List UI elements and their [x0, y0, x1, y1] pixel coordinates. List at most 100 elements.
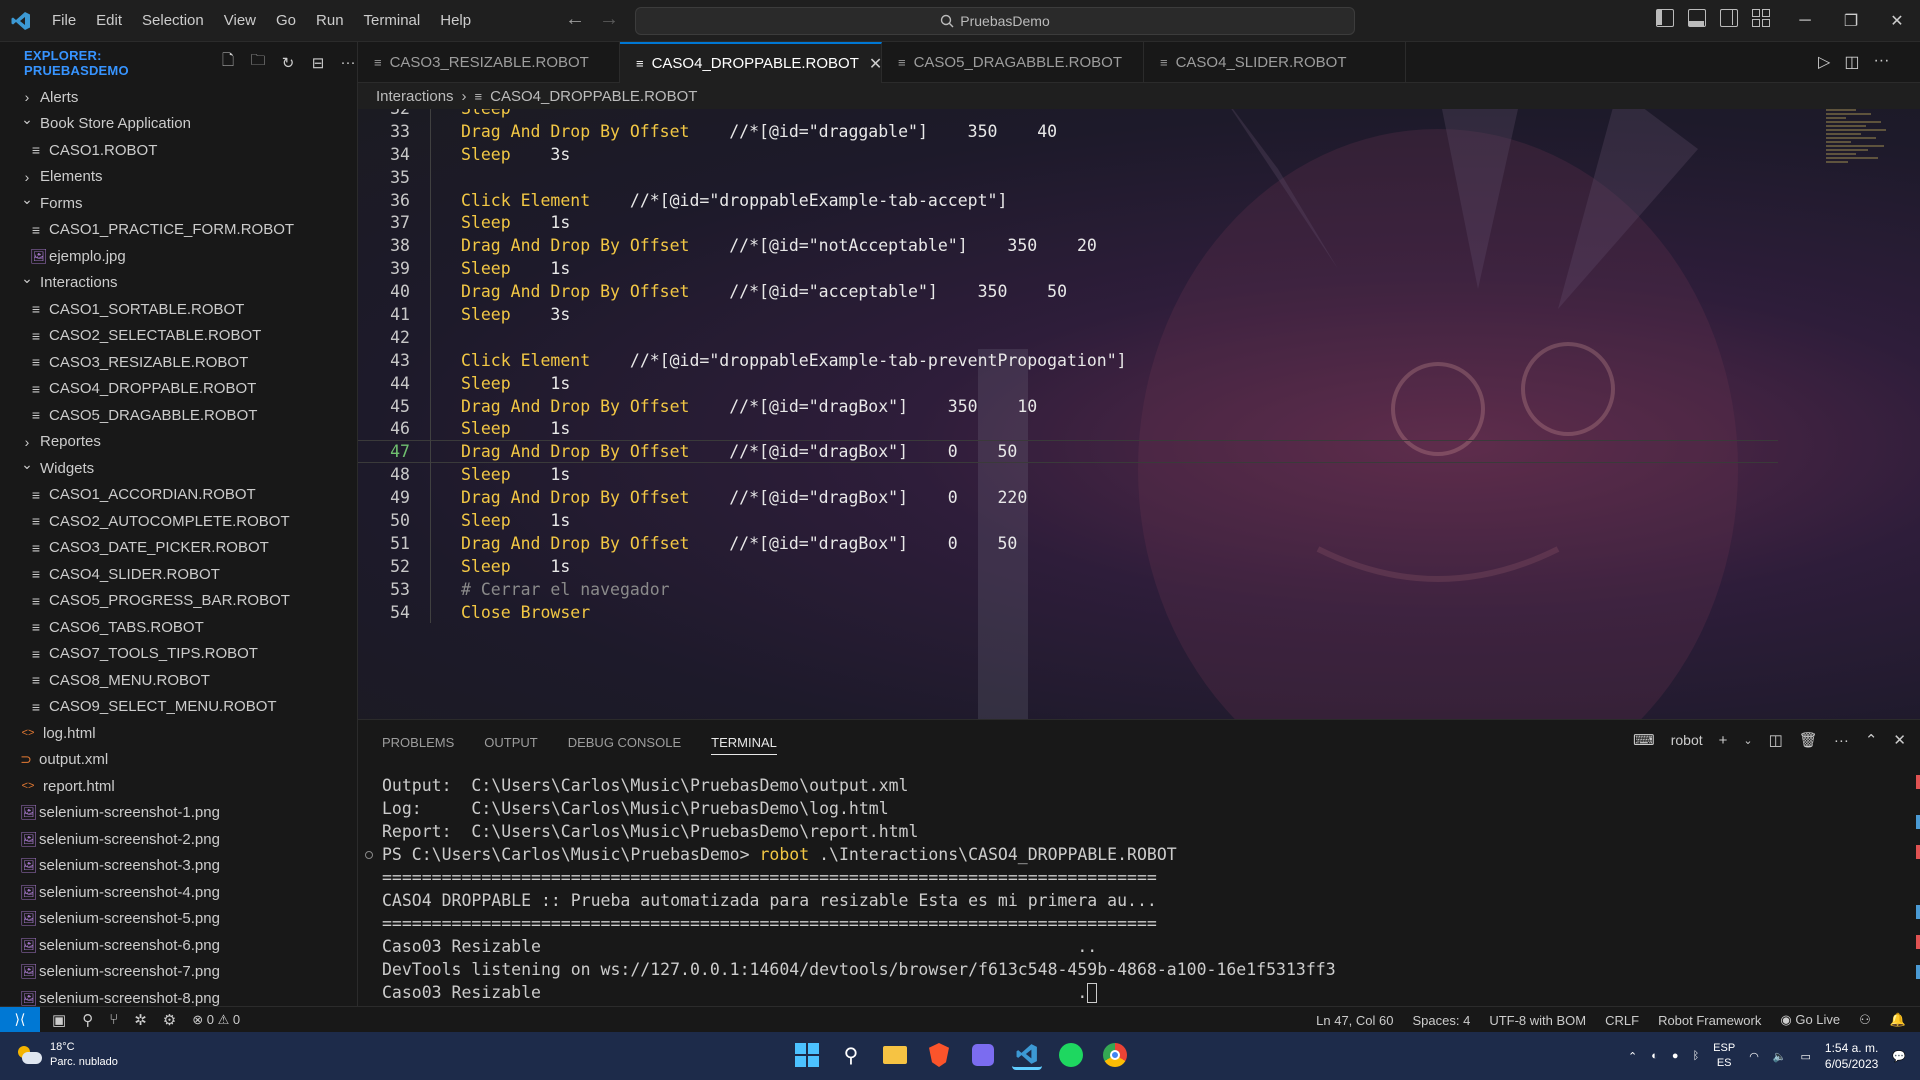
- file-explorer-icon[interactable]: [880, 1040, 910, 1070]
- terminal-scrollbar[interactable]: [1914, 775, 1920, 1005]
- panel-tab-problems[interactable]: PROBLEMS: [382, 735, 454, 750]
- breadcrumb-folder[interactable]: Interactions: [376, 88, 454, 105]
- run-icon[interactable]: ▷: [1818, 52, 1830, 72]
- folder-item[interactable]: ⌄ Widgets: [0, 455, 357, 482]
- battery-icon[interactable]: ▭: [1801, 1050, 1811, 1063]
- source-control-icon[interactable]: ⑂: [109, 1011, 118, 1028]
- file-item[interactable]: 🖼 ejemplo.jpg: [0, 243, 357, 270]
- more-actions-icon[interactable]: ···: [1873, 52, 1889, 72]
- file-item[interactable]: ≡ CASO7_TOOLS_TIPS.ROBOT: [0, 641, 357, 668]
- restore-icon[interactable]: ❐: [1828, 0, 1874, 42]
- notification-center-icon[interactable]: 💬: [1892, 1050, 1906, 1063]
- code-editor[interactable]: 32 Sleep 33 Drag And Drop By Offset //*[@id…: [358, 109, 1920, 719]
- terminal-name[interactable]: robot: [1671, 732, 1703, 748]
- toggle-secondary-sidebar-icon[interactable]: [1720, 9, 1738, 27]
- menu-item-run[interactable]: Run: [306, 6, 354, 36]
- menu-item-view[interactable]: View: [214, 6, 266, 36]
- file-item[interactable]: ≡ CASO3_DATE_PICKER.ROBOT: [0, 535, 357, 562]
- menu-item-selection[interactable]: Selection: [132, 6, 214, 36]
- clock[interactable]: 1:54 a. m. 6/05/2023: [1825, 1040, 1878, 1072]
- menu-item-help[interactable]: Help: [430, 6, 481, 36]
- bluetooth-icon[interactable]: ᛒ: [1693, 1050, 1700, 1062]
- maximize-panel-icon[interactable]: ⌃: [1865, 731, 1878, 749]
- kill-terminal-icon[interactable]: 🗑: [1799, 731, 1818, 749]
- close-panel-icon[interactable]: ✕: [1893, 731, 1906, 749]
- file-item[interactable]: ≡ CASO1_PRACTICE_FORM.ROBOT: [0, 217, 357, 244]
- files-icon[interactable]: ▣: [52, 1011, 66, 1029]
- file-item[interactable]: ≡ CASO2_AUTOCOMPLETE.ROBOT: [0, 508, 357, 535]
- file-item[interactable]: ≡ CASO5_PROGRESS_BAR.ROBOT: [0, 588, 357, 615]
- file-item[interactable]: 🖼 selenium-screenshot-1.png: [0, 800, 357, 827]
- menu-item-edit[interactable]: Edit: [86, 6, 132, 36]
- folder-item[interactable]: › Alerts: [0, 84, 357, 111]
- minimize-icon[interactable]: ─: [1782, 0, 1828, 42]
- panel-tab-debug-console[interactable]: DEBUG CONSOLE: [568, 735, 681, 750]
- panel-tab-terminal[interactable]: TERMINAL: [711, 735, 777, 755]
- new-folder-icon[interactable]: 🗀: [249, 52, 267, 72]
- debug-icon[interactable]: ✲: [134, 1011, 147, 1029]
- tab-caso4-slider-robot[interactable]: ≡ CASO4_SLIDER.ROBOT: [1144, 42, 1406, 83]
- file-item[interactable]: ≡ CASO1_SORTABLE.ROBOT: [0, 296, 357, 323]
- weather-widget[interactable]: 18°C Parc. nublado: [16, 1040, 118, 1070]
- file-item[interactable]: 🖼 selenium-screenshot-5.png: [0, 906, 357, 933]
- accounts-icon[interactable]: ⚇: [1859, 1012, 1871, 1028]
- tray-overflow-icon[interactable]: ⌃: [1628, 1050, 1637, 1063]
- close-tab-icon[interactable]: ✕: [869, 54, 882, 74]
- folder-item[interactable]: › Elements: [0, 164, 357, 191]
- panel-tab-output[interactable]: OUTPUT: [484, 735, 537, 750]
- indentation[interactable]: Spaces: 4: [1412, 1013, 1470, 1028]
- language-mode[interactable]: Robot Framework: [1658, 1013, 1761, 1028]
- file-encoding[interactable]: UTF-8 with BOM: [1489, 1013, 1586, 1028]
- file-item[interactable]: 🖼 selenium-screenshot-2.png: [0, 826, 357, 853]
- folder-item[interactable]: › Reportes: [0, 429, 357, 456]
- line-endings[interactable]: CRLF: [1605, 1013, 1639, 1028]
- file-item[interactable]: 🖼 selenium-screenshot-4.png: [0, 879, 357, 906]
- brave-browser-icon[interactable]: [924, 1040, 954, 1070]
- folder-item[interactable]: ⌄ Forms: [0, 190, 357, 217]
- refresh-icon[interactable]: ↻: [279, 54, 297, 72]
- tray-app-icon[interactable]: ◐: [1651, 1050, 1658, 1062]
- file-item[interactable]: <> log.html: [0, 720, 357, 747]
- language-indicator[interactable]: ESP ES: [1713, 1041, 1735, 1071]
- search-icon[interactable]: ⚲: [82, 1011, 93, 1029]
- file-item[interactable]: ≡ CASO4_SLIDER.ROBOT: [0, 561, 357, 588]
- forward-arrow-icon[interactable]: →: [599, 8, 619, 31]
- go-live-button[interactable]: ◉ Go Live: [1780, 1012, 1840, 1028]
- tray-app-icon[interactable]: ●: [1672, 1050, 1679, 1062]
- file-item[interactable]: 🖼 selenium-screenshot-7.png: [0, 959, 357, 986]
- file-item[interactable]: ≡ CASO2_SELECTABLE.ROBOT: [0, 323, 357, 350]
- more-actions-icon[interactable]: ···: [339, 54, 357, 72]
- file-item[interactable]: ≡ CASO8_MENU.ROBOT: [0, 667, 357, 694]
- app-icon[interactable]: [968, 1040, 998, 1070]
- split-editor-icon[interactable]: ◫: [1844, 52, 1859, 72]
- customize-layout-icon[interactable]: [1752, 9, 1770, 27]
- file-item[interactable]: ⊃ output.xml: [0, 747, 357, 774]
- breadcrumb-file[interactable]: CASO4_DROPPABLE.ROBOT: [490, 88, 697, 105]
- toggle-panel-icon[interactable]: [1688, 9, 1706, 27]
- tab-caso3-resizable-robot[interactable]: ≡ CASO3_RESIZABLE.ROBOT: [358, 42, 620, 83]
- file-item[interactable]: ≡ CASO5_DRAGABBLE.ROBOT: [0, 402, 357, 429]
- new-file-icon[interactable]: 🗋: [219, 52, 237, 72]
- windows-start-icon[interactable]: [792, 1040, 822, 1070]
- more-actions-icon[interactable]: ···: [1834, 732, 1849, 749]
- folder-item[interactable]: ⌄ Interactions: [0, 270, 357, 297]
- file-item[interactable]: ≡ CASO4_DROPPABLE.ROBOT: [0, 376, 357, 403]
- back-arrow-icon[interactable]: ←: [565, 8, 585, 31]
- problems-indicator[interactable]: ⊗ 0 ⚠ 0: [192, 1012, 240, 1028]
- cursor-position[interactable]: Ln 47, Col 60: [1316, 1013, 1393, 1028]
- remote-indicator-icon[interactable]: ⟩⟨: [0, 1006, 40, 1033]
- file-item[interactable]: ≡ CASO1.ROBOT: [0, 137, 357, 164]
- minimap[interactable]: [1826, 109, 1906, 219]
- file-item[interactable]: ≡ CASO1_ACCORDIAN.ROBOT: [0, 482, 357, 509]
- wifi-icon[interactable]: ◠: [1749, 1050, 1759, 1063]
- terminal-output[interactable]: Output: C:\Users\Carlos\Music\PruebasDem…: [365, 774, 1336, 1004]
- toggle-primary-sidebar-icon[interactable]: [1656, 9, 1674, 27]
- search-icon[interactable]: ⚲: [836, 1040, 866, 1070]
- file-item[interactable]: <> report.html: [0, 773, 357, 800]
- chrome-icon[interactable]: [1100, 1040, 1130, 1070]
- terminal-dropdown-icon[interactable]: ⌄: [1743, 734, 1752, 747]
- vscode-taskbar-icon[interactable]: [1012, 1040, 1042, 1070]
- file-item[interactable]: ≡ CASO6_TABS.ROBOT: [0, 614, 357, 641]
- close-window-icon[interactable]: ✕: [1874, 0, 1920, 42]
- file-item[interactable]: 🖼 selenium-screenshot-3.png: [0, 853, 357, 880]
